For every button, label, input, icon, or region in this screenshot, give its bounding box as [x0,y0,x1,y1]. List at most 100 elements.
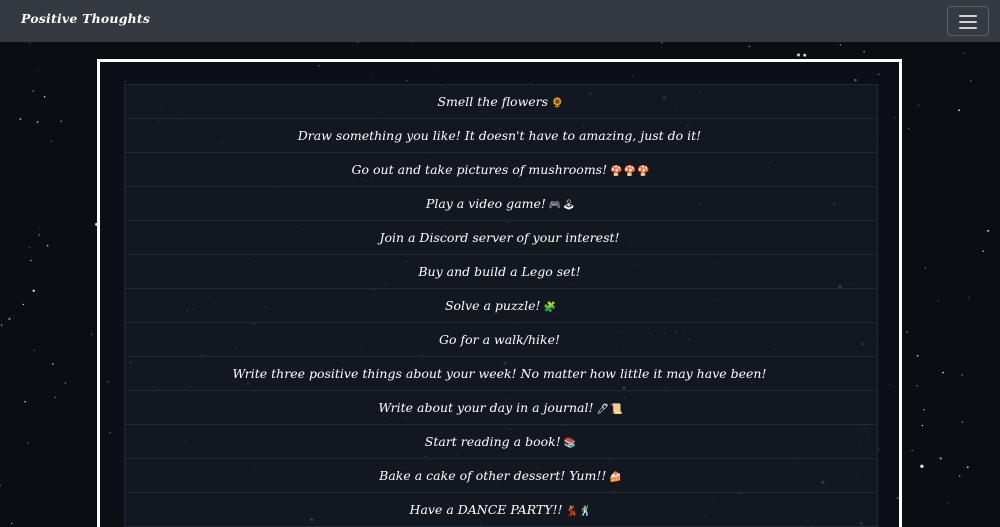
star [52,363,54,365]
star [32,289,35,292]
star [911,449,913,451]
hamburger-menu-icon[interactable] [947,6,989,36]
list-item: Bake a cake of other dessert! Yum!! 🍰 [124,459,878,493]
star [970,80,972,82]
star [916,384,919,387]
star [923,409,925,411]
star [748,45,750,47]
star [19,118,22,120]
list-item: Write three positive things about your w… [124,357,878,391]
list-item: Smell the flowers 🌻 [124,84,878,119]
list-item-label: Start reading a book! [424,434,561,449]
list-item-emoji: 🖊📜 [596,404,624,415]
star [39,226,40,228]
star [27,442,29,444]
star [961,421,964,423]
list-item-label: Buy and build a Lego set! [418,264,581,279]
list-item: Join a Discord server of your interest! [124,221,878,255]
star [8,317,11,321]
star [921,424,924,427]
star [54,396,57,399]
list-item-emoji: 🌻 [551,98,565,109]
star [917,104,919,106]
list-item-label: Draw something you like! It doesn't have… [297,128,702,143]
star [36,121,39,123]
positive-thoughts-panel: Smell the flowers 🌻 Draw something you lik… [97,59,902,527]
list-item-text: Smell the flowers 🌻 [437,94,564,109]
list-item-text: Write three positive things about your w… [233,366,770,381]
list-item-label: Smell the flowers [437,94,549,109]
list-item-text: Start reading a book! 📚 [425,434,577,449]
list-item: Start reading a book! 📚 [124,425,878,459]
list-item-emoji: 🍰 [609,472,623,483]
list-item: Write about your day in a journal! 🖊📜 [124,391,878,425]
star [38,234,40,236]
star [46,244,49,247]
star [916,354,919,357]
list-item-label: Write about your day in a journal! [378,400,594,415]
star [966,466,969,469]
list-item-label: Join a Discord server of your interest! [379,230,620,245]
star [958,109,960,112]
star [29,247,31,249]
star [43,96,46,98]
star [803,53,807,57]
list-item-label: Play a video game! [425,196,546,211]
list-item-text: Join a Discord server of your interest! [379,230,622,245]
star [24,400,26,403]
star [29,42,31,44]
list-item-text: Go out and take pictures of mushrooms! 🍄🍄… [352,162,651,177]
star [10,522,13,525]
star [796,53,801,57]
star [963,52,965,54]
star [863,51,865,53]
list-item-text: Draw something you like! It doesn't have… [298,128,704,143]
star [22,303,25,306]
star [982,250,984,252]
star [90,333,93,335]
navbar: Positive Thoughts [0,0,1000,42]
star [32,90,34,92]
list-item: Go for a walk/hike! [124,323,878,357]
star [942,371,944,374]
list-item-label: Have a DANCE PARTY!! [409,502,563,517]
list-item-label: Write three positive things about your w… [232,366,767,381]
star [36,71,38,73]
star [920,464,924,468]
star [937,300,939,302]
star [839,44,842,46]
star [60,120,63,123]
list-item-text: Solve a puzzle! 🧩 [445,298,557,313]
list-item: Solve a puzzle! 🧩 [124,289,878,323]
list-item: Have a DANCE PARTY!! 💃🕺 [124,493,878,527]
list-item-emoji: 📚 [563,438,578,449]
list-item: Go out and take pictures of mushrooms! 🍄🍄… [124,153,878,187]
star [961,374,963,376]
star [924,267,927,269]
list-item-emoji: 🍄🍄🍄 [610,166,651,177]
activity-list: Smell the flowers 🌻 Draw something you lik… [124,84,878,527]
star [948,502,950,504]
star [987,230,990,232]
star [939,457,942,460]
brand-title[interactable]: Positive Thoughts [21,11,150,26]
star [968,297,970,299]
star [959,475,961,477]
list-item: Play a video game! 🎮🕹 [124,187,878,221]
star [30,259,32,262]
list-item-text: Have a DANCE PARTY!! 💃🕺 [410,502,593,517]
list-item: Draw something you like! It doesn't have… [124,119,878,153]
list-item-text: Bake a cake of other dessert! Yum!! 🍰 [379,468,623,483]
list-item-label: Bake a cake of other dessert! Yum!! [379,468,607,483]
star [50,140,52,143]
list-item-text: Buy and build a Lego set! [418,264,583,279]
star [64,382,67,384]
star [908,128,910,130]
list-item-emoji: 🧩 [543,302,558,313]
star [906,331,908,333]
star [0,324,3,326]
list-item-label: Go out and take pictures of mushrooms! [351,162,608,177]
list-item: Buy and build a Lego set! [124,255,878,289]
list-item-text: Write about your day in a journal! 🖊📜 [378,400,623,415]
star [0,484,1,486]
